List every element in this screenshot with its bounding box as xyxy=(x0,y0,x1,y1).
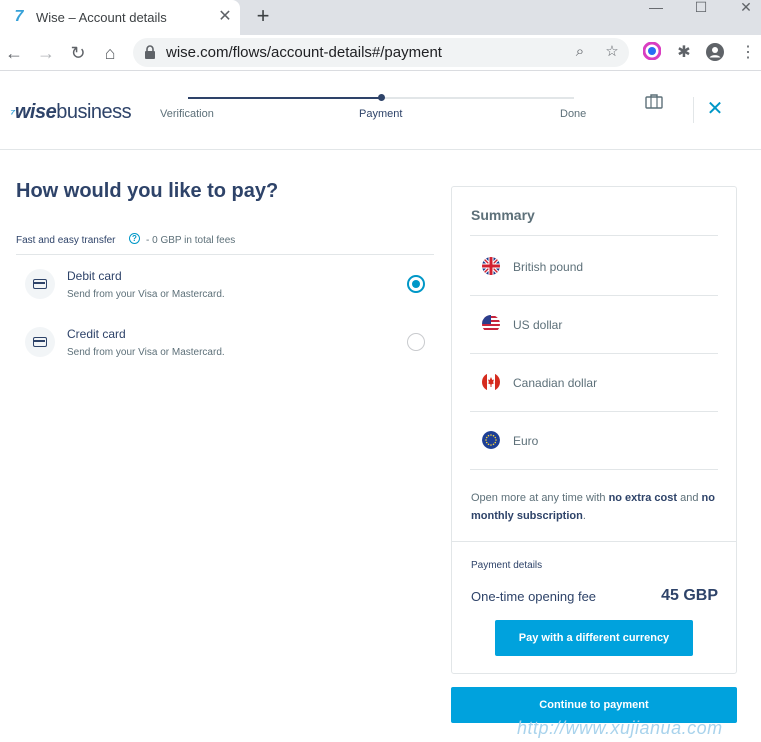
url-text: wise.com/flows/account-details#/payment xyxy=(166,44,442,61)
section-label: Fast and easy transfer xyxy=(16,235,116,246)
summary-divider xyxy=(470,469,718,470)
briefcase-icon[interactable] xyxy=(645,93,663,109)
menu-kebab-icon[interactable]: ⋮ xyxy=(737,42,759,64)
browser-tab[interactable]: 7 Wise – Account details ✕ xyxy=(0,0,240,35)
step-done: Done xyxy=(560,108,587,120)
pay-different-currency-button[interactable]: Pay with a different currency xyxy=(495,620,693,656)
fee-note: - 0 GBP in total fees xyxy=(146,235,236,246)
opening-fee-label: One-time opening fee xyxy=(471,589,597,604)
currency-row-gbp: British pound xyxy=(470,237,718,295)
bookmark-star-icon[interactable]: ☆ xyxy=(602,42,622,62)
extensions-puzzle-icon[interactable]: ✱ xyxy=(673,42,695,64)
zoom-icon[interactable]: ⌕ xyxy=(570,42,590,62)
address-bar[interactable]: wise.com/flows/account-details#/payment … xyxy=(133,38,629,67)
wise-favicon-icon: 7 xyxy=(14,8,24,25)
payment-option-credit-card[interactable]: Credit card Send from your Visa or Maste… xyxy=(16,327,434,377)
tab-close-icon[interactable]: ✕ xyxy=(216,8,234,26)
option-subtitle: Send from your Visa or Mastercard. xyxy=(67,347,225,358)
canada-flag-icon xyxy=(482,373,500,391)
help-info-icon[interactable]: ? xyxy=(129,233,140,244)
lock-icon xyxy=(145,45,155,59)
option-title: Credit card xyxy=(67,327,126,341)
home-icon[interactable]: ⌂ xyxy=(98,41,122,65)
payment-option-debit-card[interactable]: Debit card Send from your Visa or Master… xyxy=(16,269,434,319)
eu-flag-icon xyxy=(482,431,500,449)
card-icon xyxy=(33,337,47,347)
payment-details-label: Payment details xyxy=(471,560,543,571)
profile-avatar-icon[interactable] xyxy=(704,42,726,64)
card-icon-container xyxy=(25,327,55,357)
watermark: http://www.xujianua.com xyxy=(517,718,723,738)
page-title: How would you like to pay? xyxy=(16,180,279,202)
currency-name: Euro xyxy=(513,434,539,448)
summary-section-divider xyxy=(452,541,736,542)
summary-title: Summary xyxy=(471,207,535,223)
currency-row-eur: Euro xyxy=(470,411,718,469)
reload-icon[interactable]: ↻ xyxy=(66,41,90,65)
progress-current-dot xyxy=(378,94,385,101)
radio-debit-card[interactable] xyxy=(407,275,425,293)
currency-name: Canadian dollar xyxy=(513,376,598,390)
option-subtitle: Send from your Visa or Mastercard. xyxy=(67,289,225,300)
currency-name: US dollar xyxy=(513,318,563,332)
progress-fill xyxy=(188,97,381,99)
card-icon-container xyxy=(25,269,55,299)
wise-business-logo[interactable]: ⁷wisebusiness xyxy=(10,101,132,124)
step-verification: Verification xyxy=(160,108,214,120)
summary-card: Summary British pound US dollar Canadian… xyxy=(451,186,737,674)
minimize-icon[interactable]: — xyxy=(636,0,676,20)
header-divider xyxy=(693,97,694,123)
open-more-note: Open more at any time with no extra cost… xyxy=(471,492,715,522)
section-divider xyxy=(16,254,434,255)
color-extension-icon[interactable] xyxy=(641,41,663,64)
browser-tab-bar: 7 Wise – Account details ✕ + — ☐ ✕ xyxy=(0,0,761,35)
currency-row-usd: US dollar xyxy=(470,295,718,353)
tab-title: Wise – Account details xyxy=(36,10,167,25)
app-header: ⁷wisebusiness Verification Payment Done … xyxy=(0,71,761,150)
option-title: Debit card xyxy=(67,269,122,283)
summary-divider xyxy=(470,235,718,236)
back-icon[interactable]: ← xyxy=(2,41,26,65)
step-payment: Payment xyxy=(359,108,403,120)
card-icon xyxy=(33,279,47,289)
currency-row-cad: Canadian dollar xyxy=(470,353,718,411)
close-flow-icon[interactable]: ✕ xyxy=(705,99,725,119)
new-tab-icon[interactable]: + xyxy=(252,5,274,27)
us-flag-icon xyxy=(482,315,500,333)
radio-credit-card[interactable] xyxy=(407,333,425,351)
forward-icon[interactable]: → xyxy=(34,41,58,65)
browser-toolbar: ← → ↻ ⌂ wise.com/flows/account-details#/… xyxy=(0,35,761,71)
opening-fee-amount: 45 GBP xyxy=(661,587,718,604)
window-close-icon[interactable]: ✕ xyxy=(726,0,761,20)
currency-name: British pound xyxy=(513,260,584,274)
maximize-icon[interactable]: ☐ xyxy=(681,0,721,20)
uk-flag-icon xyxy=(482,257,500,275)
